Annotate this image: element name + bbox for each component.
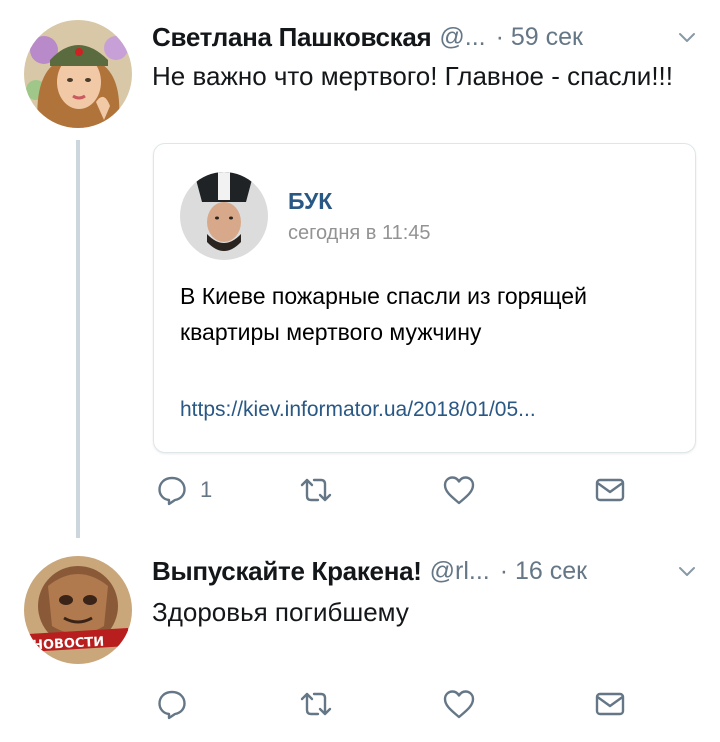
direct-message-button[interactable] <box>594 684 626 724</box>
user-handle[interactable]: @rl... <box>430 557 490 586</box>
thread-line <box>76 140 80 538</box>
user-avatar[interactable]: НОВОСТИ <box>24 556 132 664</box>
reply-count: 1 <box>200 477 213 502</box>
tweet[interactable]: Светлана Пашковская @... · 59 сек Не важ… <box>0 0 720 540</box>
tweet-text: Не важно что мертвого! Главное - спасли!… <box>152 61 674 91</box>
tweet-actions: 1 <box>152 470 652 510</box>
novosti-logo-avatar-icon: НОВОСТИ <box>24 556 132 664</box>
retweet-icon <box>300 478 332 502</box>
card-link[interactable]: https://kiev.informator.ua/2018/01/05... <box>180 398 536 422</box>
man-portrait-avatar-icon <box>180 172 268 260</box>
direct-message-button[interactable] <box>594 470 626 510</box>
tweet-time[interactable]: · 16 сек <box>500 557 587 586</box>
tweet[interactable]: НОВОСТИ Выпускайте Кракена! @rl... · 16 … <box>0 540 720 742</box>
quoted-post-card[interactable]: БУК сегодня в 11:45 В Киеве пожарные спа… <box>153 143 696 453</box>
chevron-down-icon[interactable] <box>674 558 700 584</box>
display-name[interactable]: Выпускайте Кракена! <box>152 556 422 587</box>
retweet-button[interactable] <box>298 684 334 724</box>
reply-button[interactable] <box>156 684 200 724</box>
chevron-down-icon[interactable] <box>674 24 700 50</box>
reply-icon <box>158 476 186 506</box>
user-avatar[interactable] <box>24 20 132 128</box>
display-name[interactable]: Светлана Пашковская <box>152 22 432 53</box>
envelope-icon <box>595 692 625 716</box>
tweet-time[interactable]: · 59 сек <box>496 23 583 52</box>
reply-icon <box>158 690 186 720</box>
envelope-icon <box>595 478 625 502</box>
card-author-avatar[interactable] <box>180 172 268 260</box>
like-button[interactable] <box>442 470 476 510</box>
heart-icon <box>443 476 475 505</box>
woman-portrait-avatar-icon <box>24 20 132 128</box>
card-text: В Киеве пожарные спасли из горящей кварт… <box>180 283 587 345</box>
tweet-header: Выпускайте Кракена! @rl... · 16 сек <box>152 554 700 588</box>
like-button[interactable] <box>442 684 476 724</box>
retweet-icon <box>300 692 332 716</box>
tweet-actions <box>152 684 652 724</box>
card-date: сегодня в 11:45 <box>288 222 431 244</box>
tweet-header: Светлана Пашковская @... · 59 сек <box>152 20 700 54</box>
user-handle[interactable]: @... <box>439 23 485 52</box>
tweet-text: Здоровья погибшему <box>152 597 409 627</box>
card-author-name[interactable]: БУК <box>288 188 332 215</box>
retweet-button[interactable] <box>298 470 334 510</box>
reply-button[interactable]: 1 <box>156 470 212 510</box>
heart-icon <box>443 690 475 719</box>
